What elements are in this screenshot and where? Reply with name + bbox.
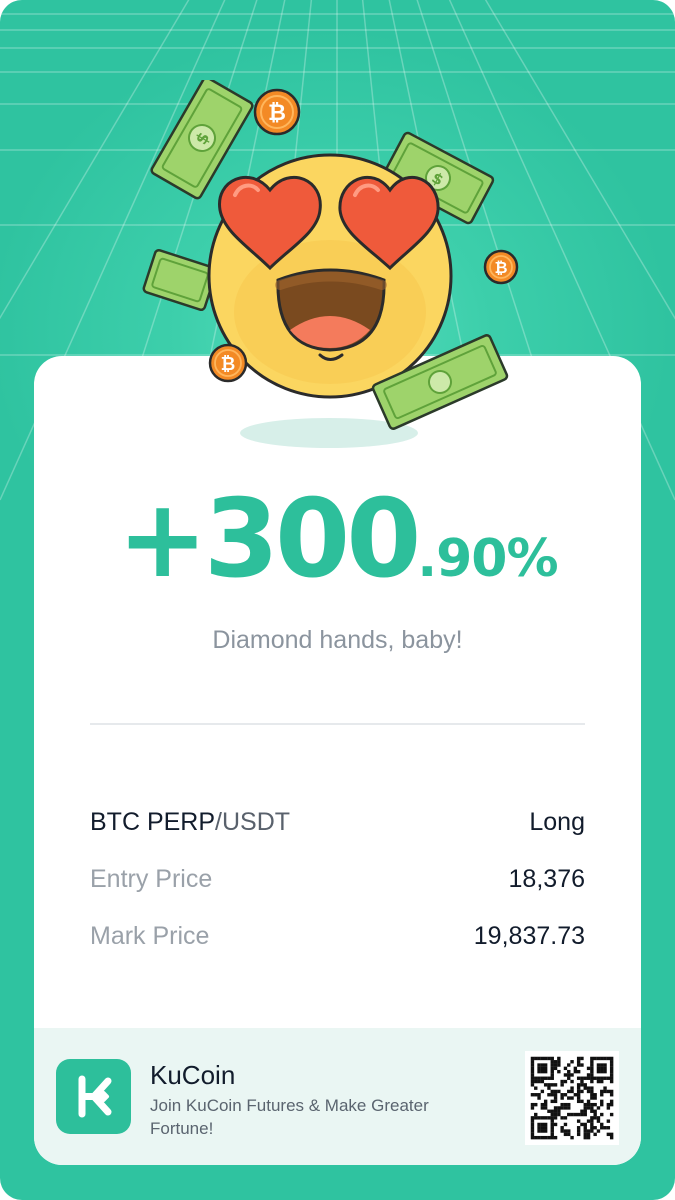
entry-price-label: Entry Price [90, 865, 213, 893]
pnl-percentage: +300.90% [34, 486, 641, 594]
divider [90, 723, 585, 725]
svg-text:₿: ₿ [494, 258, 507, 277]
money-bill-icon [142, 248, 218, 312]
mark-price-row: Mark Price 19,837.73 [90, 922, 585, 956]
svg-text:₿: ₿ [221, 354, 236, 375]
pair-base: BTC PERP [90, 808, 216, 836]
bitcoin-coin-icon: ₿ [253, 88, 301, 136]
share-card-screen: +300.90% Diamond hands, baby! BTC PERP/U… [0, 0, 675, 1200]
mark-price-label: Mark Price [90, 922, 210, 950]
bitcoin-coin-icon: ₿ [483, 249, 519, 285]
pair-row: BTC PERP/USDT Long [90, 808, 585, 842]
kucoin-logo-icon [56, 1059, 131, 1134]
brand-name: KuCoin [150, 1060, 236, 1090]
qr-code-icon[interactable] [525, 1051, 619, 1145]
slogan-text: Diamond hands, baby! [212, 626, 463, 654]
position-side: Long [529, 808, 585, 836]
pnl-integer: +300 [117, 477, 421, 602]
trading-pair: BTC PERP/USDT [90, 808, 290, 837]
heart-eyes-emoji-with-money-icon: $ $ ₿ ₿ ₿ [142, 80, 519, 430]
entry-price-row: Entry Price 18,376 [90, 865, 585, 899]
bitcoin-coin-icon: ₿ [208, 343, 248, 383]
promo-footer: KuCoin Join KuCoin Futures & Make Greate… [34, 1028, 641, 1165]
mark-price-value: 19,837.73 [473, 922, 585, 950]
entry-price-value: 18,376 [508, 865, 585, 893]
promo-tagline: Join KuCoin Futures & Make Greater Fortu… [150, 1096, 429, 1138]
pnl-fraction: .90% [417, 529, 558, 589]
svg-text:₿: ₿ [268, 101, 286, 126]
pnl-card: +300.90% Diamond hands, baby! BTC PERP/U… [34, 356, 641, 1165]
pair-quote: /USDT [215, 808, 291, 836]
